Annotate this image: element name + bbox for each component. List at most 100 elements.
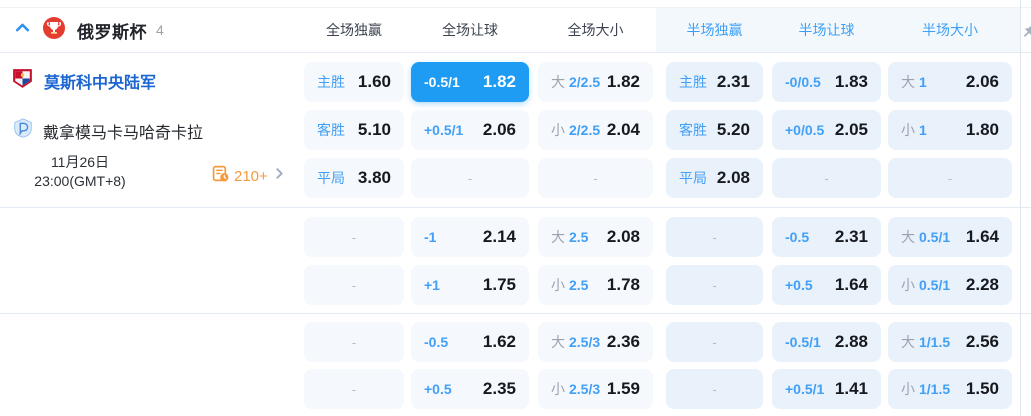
odds-label: 平局 — [317, 170, 345, 186]
odds-cell-empty: - — [304, 322, 404, 362]
odds-value: 2.28 — [965, 275, 999, 294]
header-divider — [0, 52, 1031, 53]
match-date: 11月26日 — [50, 154, 110, 170]
odds-cell[interactable]: -0.5/1 1.82 — [411, 62, 529, 102]
odds-cell[interactable]: 小 2.5/3 1.59 — [538, 369, 653, 409]
odds-cell[interactable]: 大 0.5/1 1.64 — [888, 217, 1012, 257]
empty-odds-dash: - — [351, 229, 357, 245]
handicap-line: +0.5/1 — [785, 381, 825, 397]
odds-cell[interactable]: 大 2.5 2.08 — [538, 217, 653, 257]
odds-cell[interactable]: 小 2.5 1.78 — [538, 265, 653, 305]
empty-odds-dash: - — [593, 170, 598, 186]
odds-value: 2.04 — [606, 120, 640, 139]
handicap-line: +0.5 — [785, 277, 813, 293]
odds-value: 1.82 — [482, 72, 516, 91]
home-team-name: 莫斯科中央陆军 — [44, 75, 157, 92]
away-team-name: 戴拿模马卡马哈奇卡拉 — [43, 124, 204, 142]
odds-cell[interactable]: 大 2/2.5 1.82 — [538, 62, 653, 102]
odds-cell[interactable]: +0/0.5 2.05 — [772, 110, 881, 150]
odds-cell[interactable]: 大 1/1.5 2.56 — [888, 322, 1012, 362]
odds-cell[interactable]: 主胜 1.60 — [304, 62, 404, 102]
more-markets-count: 210+ — [234, 167, 268, 185]
odds-cell[interactable]: 大 1 2.06 — [888, 62, 1012, 102]
column-header-half-5[interactable]: 半场大小 — [888, 8, 1012, 52]
odds-cell[interactable]: +0.5/1 1.41 — [772, 369, 881, 409]
odds-cell-empty: - — [538, 158, 653, 198]
odds-value: 1.75 — [482, 275, 516, 294]
odds-label: 主胜 — [317, 74, 345, 90]
odds-value: 1.41 — [834, 379, 868, 398]
odds-value: 1.78 — [606, 275, 640, 294]
over-under-line: 大 2.5/3 — [551, 334, 601, 350]
odds-cell[interactable]: 客胜 5.10 — [304, 110, 404, 150]
odds-cell[interactable]: -1 2.14 — [411, 217, 529, 257]
odds-value: 2.08 — [716, 168, 750, 187]
odds-cell[interactable]: -0.5 2.31 — [772, 217, 881, 257]
odds-label: 客胜 — [679, 122, 707, 138]
odds-value: 1.80 — [965, 120, 999, 139]
odds-value: 1.50 — [965, 379, 999, 398]
odds-value: 1.59 — [606, 379, 640, 398]
odds-value: 1.62 — [482, 332, 516, 351]
odds-cell-empty: - — [411, 158, 529, 198]
over-under-line: 小 2.5 — [551, 277, 589, 293]
odds-cell[interactable]: 小 1/1.5 1.50 — [888, 369, 1012, 409]
odds-value: 1.82 — [606, 72, 640, 91]
chevron-right-icon — [273, 167, 286, 185]
empty-odds-dash: - — [712, 334, 717, 350]
match-datetime: 11月26日 23:00(GMT+8) — [0, 153, 160, 191]
empty-odds-dash: - — [351, 381, 357, 397]
collapse-button[interactable] — [14, 19, 31, 41]
odds-value: 1.64 — [965, 227, 999, 246]
over-under-line: 小 2.5/3 — [551, 381, 601, 397]
column-header-full-1[interactable]: 全场让球 — [411, 8, 529, 52]
odds-cell[interactable]: +0.5/1 2.06 — [411, 110, 529, 150]
odds-cell[interactable]: -0/0.5 1.83 — [772, 62, 881, 102]
empty-odds-dash: - — [712, 277, 717, 293]
odds-cell-empty: - — [772, 158, 881, 198]
column-header-half-4[interactable]: 半场让球 — [772, 8, 881, 52]
odds-cell-empty: - — [888, 158, 1012, 198]
odds-cell[interactable]: 平局 3.80 — [304, 158, 404, 198]
odds-cell[interactable]: +1 1.75 — [411, 265, 529, 305]
empty-odds-dash: - — [824, 170, 829, 186]
odds-cell[interactable]: 小 2/2.5 2.04 — [538, 110, 653, 150]
over-under-line: 大 0.5/1 — [901, 229, 951, 245]
column-header-full-2[interactable]: 全场大小 — [538, 8, 653, 52]
right-panel-divider — [1020, 0, 1021, 416]
over-under-line: 大 2/2.5 — [551, 74, 601, 90]
odds-cell[interactable]: 客胜 5.20 — [666, 110, 763, 150]
odds-value: 5.10 — [357, 120, 391, 139]
handicap-line: +1 — [424, 277, 440, 293]
trophy-icon — [42, 16, 66, 45]
odds-cell[interactable]: -0.5 1.62 — [411, 322, 529, 362]
odds-cell-empty: - — [666, 265, 763, 305]
pin-icon[interactable] — [1021, 24, 1031, 45]
column-header-full-0[interactable]: 全场独赢 — [304, 8, 404, 52]
column-header-half-3[interactable]: 半场独赢 — [666, 8, 763, 52]
over-under-line: 小 2/2.5 — [551, 122, 601, 138]
league-match-count: 4 — [156, 22, 164, 38]
over-under-line: 小1 — [901, 122, 927, 138]
away-team-row[interactable]: 戴拿模马卡马哈奇卡拉 — [12, 117, 203, 144]
home-team-row[interactable]: 莫斯科中央陆军 — [10, 66, 156, 96]
odds-cell[interactable]: 大 2.5/3 2.36 — [538, 322, 653, 362]
odds-cell-empty: - — [666, 369, 763, 409]
chevron-up-icon — [14, 19, 31, 41]
handicap-line: +0/0.5 — [785, 122, 825, 138]
handicap-line: -0.5/1 — [785, 334, 821, 350]
odds-cell[interactable]: 小 1 1.80 — [888, 110, 1012, 150]
odds-cell[interactable]: 平局 2.08 — [666, 158, 763, 198]
handicap-line: -0.5 — [424, 334, 449, 350]
handicap-line: -1 — [424, 229, 437, 245]
odds-cell-empty: - — [666, 217, 763, 257]
more-markets-link[interactable]: 210+ — [212, 165, 286, 187]
odds-cell[interactable]: 小 0.5/1 2.28 — [888, 265, 1012, 305]
odds-cell[interactable]: -0.5/1 2.88 — [772, 322, 881, 362]
odds-cell[interactable]: +0.5 2.35 — [411, 369, 529, 409]
odds-cell[interactable]: 主胜 2.31 — [666, 62, 763, 102]
odds-value: 2.35 — [482, 379, 516, 398]
odds-label: 平局 — [679, 170, 707, 186]
odds-cell[interactable]: +0.5 1.64 — [772, 265, 881, 305]
odds-label: 客胜 — [317, 122, 345, 138]
